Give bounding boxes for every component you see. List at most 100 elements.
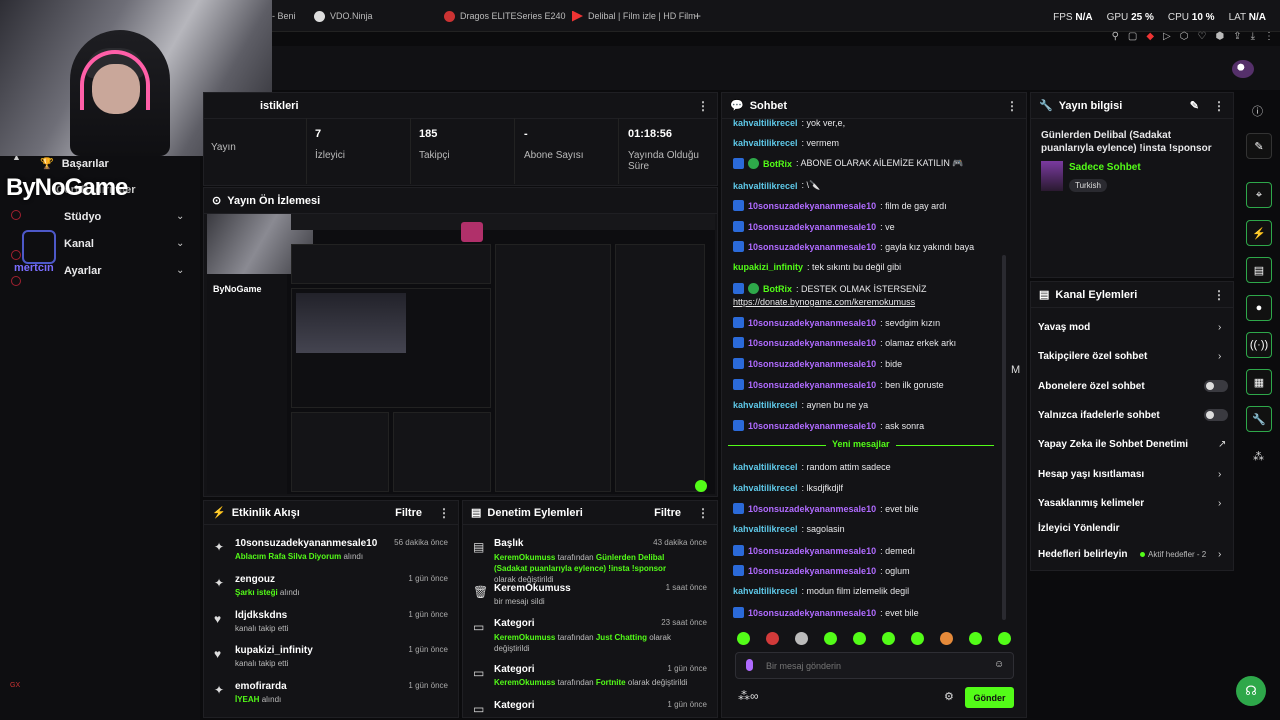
emote-icon[interactable] [824,632,837,645]
chat-message[interactable]: 10sonsuzadekyananmesale10: evet bile [733,503,919,514]
emoji-picker-icon[interactable]: ☺ [994,659,1004,670]
chat-username[interactable]: kahvaltilikrecel [733,586,798,596]
chat-message[interactable]: https://donate.bynogame.com/keremokumuss [733,297,915,307]
chat-message[interactable]: 10sonsuzadekyananmesale10: evet bile [733,607,919,618]
emote-icon[interactable] [853,632,866,645]
emote-icon[interactable] [998,632,1011,645]
more-tools-icon[interactable]: ⁂ [1253,450,1264,463]
edit-pencil-icon[interactable]: ✎ [1190,99,1199,112]
chat-username[interactable]: kahvaltilikrecel [733,400,798,410]
play-icon[interactable]: ▷ [1163,31,1171,42]
chevron-right-icon[interactable]: › [1218,351,1221,362]
emote-icon[interactable] [882,632,895,645]
more-options-icon[interactable]: ⋮ [1213,99,1225,113]
chat-username[interactable]: kahvaltilikrecel [733,138,798,148]
chat-message[interactable]: 10sonsuzadekyananmesale10: demedı [733,545,915,556]
chat-scrollbar[interactable] [1002,255,1006,620]
chat-message[interactable]: 10sonsuzadekyananmesale10: ask sonra [733,420,924,431]
settings-gear-icon[interactable]: ⚙ [944,690,954,703]
chat-message[interactable]: kupakizi_infinity: tek sıkıntı bu değil … [733,262,901,272]
chat-username[interactable]: 10sonsuzadekyananmesale10 [748,222,876,232]
rail-button-chat[interactable]: ● [1246,295,1272,321]
chat-username[interactable]: 10sonsuzadekyananmesale10 [748,380,876,390]
sidebar-item-basarilar[interactable]: 🏆 Başarılar [40,157,109,171]
chat-username[interactable]: BotRix [763,159,792,169]
chat-message[interactable]: kahvaltilikrecel: modun film izlemelik d… [733,586,909,596]
chat-message[interactable]: 10sonsuzadekyananmesale10: olamaz erkek … [733,337,956,348]
chevron-right-icon[interactable]: › [1218,498,1221,509]
chat-message[interactable]: kahvaltilikrecel: aynen bu ne ya [733,400,868,410]
browser-tab[interactable]: Delibal | Film izle | HD Film [572,8,696,24]
upload-icon[interactable]: ⇪ [1233,31,1241,42]
chat-username[interactable]: 10sonsuzadekyananmesale10 [748,318,876,328]
chat-message[interactable]: kahvaltilikrecel: sagolasin [733,524,845,534]
chat-tools-icon[interactable]: ⁂∞ [738,689,759,703]
more-options-icon[interactable]: ⋮ [697,506,709,520]
chat-username[interactable]: 10sonsuzadekyananmesale10 [748,566,876,576]
heart-icon[interactable]: ♡ [1197,31,1206,42]
sidebar-item-ayarlar[interactable]: Ayarlar [64,265,102,277]
action-banned-words[interactable]: Yasaklanmış kelimeler [1038,498,1144,509]
chat-message[interactable]: 10sonsuzadekyananmesale10: oglum [733,565,910,576]
emote-icon[interactable] [940,632,953,645]
action-account-age[interactable]: Hesap yaşı kısıtlaması [1038,469,1144,480]
chat-message[interactable]: kahvaltilikrecel: vermem [733,138,839,148]
pin-icon[interactable]: ⚲ [1112,31,1119,42]
chat-message[interactable]: kahvaltilikrecel: yok ver,e, [733,118,845,128]
chat-username[interactable]: 10sonsuzadekyananmesale10 [748,242,876,252]
sidebar-item-studyo[interactable]: Stüdyo [64,211,101,223]
more-options-icon[interactable]: ⋮ [697,99,709,113]
subscribers-only-toggle[interactable] [1204,380,1228,392]
shield-icon[interactable]: ◆ [1146,31,1154,42]
chat-username[interactable]: BotRix [763,284,792,294]
chat-username[interactable]: 10sonsuzadekyananmesale10 [748,546,876,556]
chevron-down-icon[interactable]: ⌄ [176,211,184,222]
emote-icon[interactable] [737,632,750,645]
microphone-icon[interactable] [746,659,753,671]
download-icon[interactable]: ⤓ [1251,31,1255,42]
edit-layout-button[interactable]: ✎ [1246,133,1272,159]
chat-username[interactable]: kahvaltilikrecel [733,462,798,472]
chat-username[interactable]: kahvaltilikrecel [733,118,798,128]
rail-button-layout[interactable]: ▦ [1246,369,1272,395]
chevron-down-icon[interactable]: ⌄ [176,238,184,249]
rail-button-moderation[interactable]: ▤ [1246,257,1272,283]
rail-button-broadcast[interactable]: ((·)) [1246,332,1272,358]
chevron-right-icon[interactable]: › [1218,469,1221,480]
chat-message[interactable]: kahvaltilikrecel: random attim sadece [733,462,891,472]
chevron-down-icon[interactable]: ⌄ [176,265,184,276]
rail-button-activity[interactable]: ⚡ [1246,220,1272,246]
snapshot-icon[interactable]: ▢ [1128,31,1137,42]
emote-icon[interactable] [911,632,924,645]
chat-message[interactable]: 10sonsuzadekyananmesale10: ve [733,221,895,232]
chat-username[interactable]: 10sonsuzadekyananmesale10 [748,338,876,348]
chat-message[interactable]: kahvaltilikrecel: \🔪 [733,180,820,191]
rail-button-stats[interactable]: ⌖ [1246,182,1272,208]
send-button[interactable]: Gönder [965,687,1014,708]
action-raid[interactable]: İzleyici Yönlendir [1038,523,1120,534]
chat-message[interactable]: 10sonsuzadekyananmesale10: ben ilk gorus… [733,379,944,390]
chat-message[interactable]: 10sonsuzadekyananmesale10: bide [733,358,902,369]
chat-username[interactable]: kahvaltilikrecel [733,181,798,191]
chat-message-input[interactable] [766,657,986,675]
browser-tab[interactable]: Dragos ELITESeries E240 [444,8,566,24]
filter-button[interactable]: Filtre [395,507,422,519]
chat-message[interactable]: 10sonsuzadekyananmesale10: film de gay a… [733,200,947,211]
chat-message[interactable]: BotRix: DESTEK OLMAK İSTERSENİZ [733,283,927,294]
chat-input-box[interactable]: ☺ [735,652,1014,679]
chat-message[interactable]: 10sonsuzadekyananmesale10: sevdgim kızın [733,317,940,328]
chat-message[interactable]: kahvaltilikrecel: lksdjfkdjlf [733,483,843,493]
rail-button-settings[interactable]: 🔧 [1246,406,1272,432]
emote-icon[interactable] [766,632,779,645]
emote-icon[interactable] [969,632,982,645]
emote-icon[interactable] [795,632,808,645]
sidebar-item-kanal[interactable]: Kanal [64,238,94,250]
user-avatar[interactable] [1232,60,1254,78]
action-ai-moderation[interactable]: Yapay Zeka ile Sohbet Denetimi [1038,439,1188,450]
more-options-icon[interactable]: ⋮ [438,506,450,520]
chat-username[interactable]: kahvaltilikrecel [733,524,798,534]
chat-username[interactable]: kupakizi_infinity [733,262,803,272]
chat-username[interactable]: 10sonsuzadekyananmesale10 [748,504,876,514]
extensions-icon[interactable]: ⬢ [1215,31,1224,42]
chat-message[interactable]: 10sonsuzadekyananmesale10: gayla kız yak… [733,241,974,252]
